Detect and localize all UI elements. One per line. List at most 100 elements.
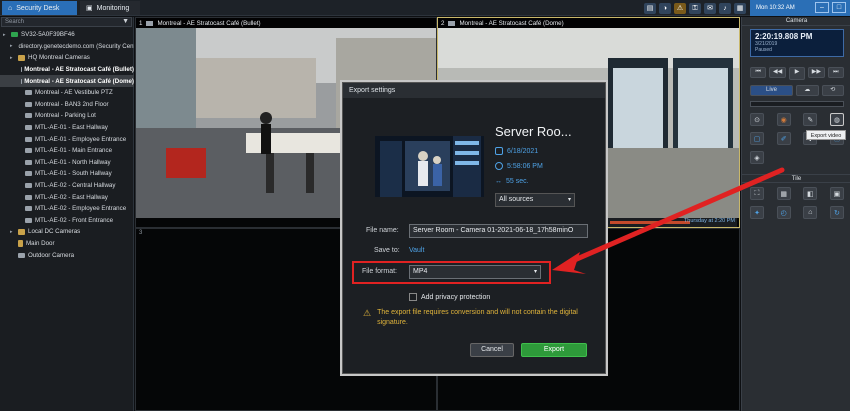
tray-icon-5[interactable]: ✉ bbox=[704, 2, 716, 14]
file-format-label: File format: bbox=[362, 268, 398, 275]
pin-icon[interactable]: ✦ bbox=[750, 206, 764, 219]
tile-widget-title: Tile bbox=[742, 174, 850, 183]
tree-item[interactable]: ▸ directory.genetecdemo.com (Security Cen… bbox=[0, 41, 134, 53]
camera-switch-icon[interactable]: ◧ bbox=[803, 187, 818, 200]
tree-item[interactable]: Montreal - BAN3 2nd Floor bbox=[0, 99, 134, 111]
camera-widget-title: Camera bbox=[742, 17, 850, 26]
audio-icon[interactable]: ▢ bbox=[750, 132, 764, 145]
tree-item-label: MTL-AE-01 - South Hallway bbox=[35, 170, 112, 178]
system-tray: ▤ ◑ ⚠ ⚿ ✉ ♪ ▦ bbox=[644, 2, 746, 14]
tree-item[interactable]: MTL-AE-02 - Front Entrance bbox=[0, 215, 134, 227]
tree-item-label: MTL-AE-01 - North Hallway bbox=[35, 158, 111, 166]
camera-icon bbox=[25, 159, 32, 165]
tree-item[interactable]: ▸ Local DC Cameras bbox=[0, 226, 134, 238]
tray-icon-7[interactable]: ▦ bbox=[734, 2, 746, 14]
expand-arrow-icon[interactable]: ▸ bbox=[10, 229, 15, 235]
tree-item[interactable]: Montreal - Parking Lot bbox=[0, 110, 134, 122]
tray-icon-4[interactable]: ⚿ bbox=[689, 2, 701, 14]
chevron-down-icon: ▾ bbox=[533, 269, 537, 275]
play-button[interactable]: ▶ bbox=[788, 67, 806, 80]
snapshot-icon[interactable]: ◉ bbox=[776, 113, 791, 126]
tree-item[interactable]: MTL-AE-01 - Main Entrance bbox=[0, 145, 134, 157]
camera-icon bbox=[25, 206, 32, 212]
live-button-label: Live bbox=[765, 87, 777, 93]
refresh-icon[interactable]: ↻ bbox=[829, 206, 844, 219]
tray-icon-3[interactable]: ⚠ bbox=[674, 2, 686, 14]
tree-item[interactable]: Montreal - AE Stratocast Café (Bullet) bbox=[0, 64, 134, 76]
expand-arrow-icon[interactable]: ▸ bbox=[10, 55, 15, 61]
camera-icon bbox=[25, 217, 32, 223]
loop-button[interactable]: ☁ bbox=[796, 85, 819, 96]
home-tile-icon[interactable]: ⌂ bbox=[803, 206, 818, 219]
ptz-icon[interactable]: ◈ bbox=[750, 151, 764, 164]
frame-back-button[interactable]: ◀◀ bbox=[769, 67, 786, 78]
expand-arrow-icon[interactable]: ▸ bbox=[3, 32, 8, 38]
speed-slider[interactable] bbox=[750, 101, 844, 107]
file-format-value: MP4 bbox=[413, 268, 428, 275]
export-button[interactable]: Export bbox=[521, 343, 587, 357]
search-input[interactable]: Search bbox=[1, 17, 132, 27]
filter-icon[interactable]: ▼ bbox=[122, 18, 129, 25]
zoom-icon[interactable]: ⊙ bbox=[750, 113, 764, 126]
unpack-icon[interactable]: ▣ bbox=[829, 187, 844, 200]
tree-item[interactable]: Main Door bbox=[0, 238, 134, 250]
export-camera-name: Server Roo... bbox=[495, 124, 572, 139]
sources-dropdown[interactable]: All sources ▾ bbox=[495, 193, 575, 207]
live-button[interactable]: Live bbox=[750, 85, 793, 96]
tray-icon-6[interactable]: ♪ bbox=[719, 2, 731, 14]
tray-icon-2[interactable]: ◑ bbox=[659, 2, 671, 14]
tree-item[interactable]: MTL-AE-01 - Employee Entrance bbox=[0, 133, 134, 145]
tile-pattern-icon[interactable]: ▦ bbox=[776, 187, 791, 200]
tree-item[interactable]: MTL-AE-01 - North Hallway bbox=[0, 157, 134, 169]
tree-item-label: MTL-AE-01 - East Hallway bbox=[35, 124, 108, 132]
fullscreen-icon[interactable]: ⛶ bbox=[750, 187, 764, 200]
tile-1-number: 1 bbox=[139, 19, 143, 27]
tree-item-label: Montreal - AE Stratocast Café (Bullet) bbox=[24, 66, 134, 74]
dashboard-panel: Camera 2:20:19.808 PM 3/21/2019 Paused ⏮… bbox=[741, 17, 850, 411]
frame-forward-button[interactable]: ▶▶ bbox=[808, 67, 825, 78]
bookmark-icon[interactable]: ✎ bbox=[803, 113, 818, 126]
save-to-vault-link[interactable]: Vault bbox=[409, 247, 424, 254]
privacy-protection-option[interactable]: Add privacy protection bbox=[409, 293, 490, 301]
tree-item-label: SV32-5A0F39BF46 bbox=[21, 31, 75, 39]
tree-item[interactable]: MTL-AE-01 - East Hallway bbox=[0, 122, 134, 134]
rewind-button[interactable]: ⏮ bbox=[750, 67, 767, 78]
dial-icon[interactable]: ◴ bbox=[776, 206, 791, 219]
entity-tree: ▸ SV32-5A0F39BF46 ▸ directory.genetecdemo.c… bbox=[0, 29, 134, 261]
monitor-icon: ▣ bbox=[86, 5, 93, 12]
file-name-label: File name: bbox=[366, 227, 399, 234]
repeat-button[interactable]: ⟲ bbox=[821, 85, 844, 96]
tree-item[interactable]: MTL-AE-02 - Employee Entrance bbox=[0, 203, 134, 215]
tree-item[interactable]: MTL-AE-02 - East Hallway bbox=[0, 191, 134, 203]
camera-icon bbox=[25, 148, 32, 154]
folder-icon bbox=[18, 54, 25, 61]
tab-security-desk[interactable]: ⌂ Security Desk bbox=[2, 1, 77, 15]
camera-icon bbox=[25, 113, 32, 119]
export-time: 5:58:06 PM bbox=[495, 162, 543, 170]
server-room-thumbnail bbox=[375, 136, 484, 197]
export-video-tooltip: Export video bbox=[806, 130, 846, 140]
export-dialog-frame: Export settings Server Roo... 6/18/2021 bbox=[340, 80, 608, 376]
maximize-button[interactable]: □ bbox=[832, 2, 846, 13]
export-video-icon[interactable]: ◍ bbox=[829, 113, 844, 126]
file-format-dropdown[interactable]: MP4 ▾ bbox=[409, 265, 541, 279]
pen-icon[interactable]: ✐ bbox=[776, 132, 791, 145]
tree-item-label: Montreal - Parking Lot bbox=[35, 112, 96, 120]
server-icon bbox=[11, 32, 18, 38]
fast-forward-button[interactable]: ⏭ bbox=[827, 67, 845, 78]
privacy-checkbox[interactable] bbox=[409, 293, 417, 301]
tree-item[interactable]: Montreal - AE Stratocast Café (Dome) bbox=[0, 75, 134, 87]
tree-item[interactable]: ▸ HQ Montreal Cameras bbox=[0, 52, 134, 64]
minimize-button[interactable]: – bbox=[815, 2, 829, 13]
file-name-field[interactable]: Server Room - Camera 01-2021-06-18_17h58… bbox=[409, 224, 588, 238]
tree-item[interactable]: MTL-AE-02 - Central Hallway bbox=[0, 180, 134, 192]
tree-item[interactable]: Montreal - AE Vestibule PTZ bbox=[0, 87, 134, 99]
cancel-button[interactable]: Cancel bbox=[470, 343, 514, 357]
tray-icon-1[interactable]: ▤ bbox=[644, 2, 656, 14]
tree-item[interactable]: Outdoor Camera bbox=[0, 249, 134, 261]
tree-item[interactable]: ▸ SV32-5A0F39BF46 bbox=[0, 29, 134, 41]
tree-item[interactable]: MTL-AE-01 - South Hallway bbox=[0, 168, 134, 180]
tree-item-label: HQ Montreal Cameras bbox=[28, 54, 90, 62]
expand-arrow-icon[interactable]: ▸ bbox=[10, 43, 13, 49]
tab-monitoring[interactable]: ▣ Monitoring bbox=[80, 1, 140, 15]
